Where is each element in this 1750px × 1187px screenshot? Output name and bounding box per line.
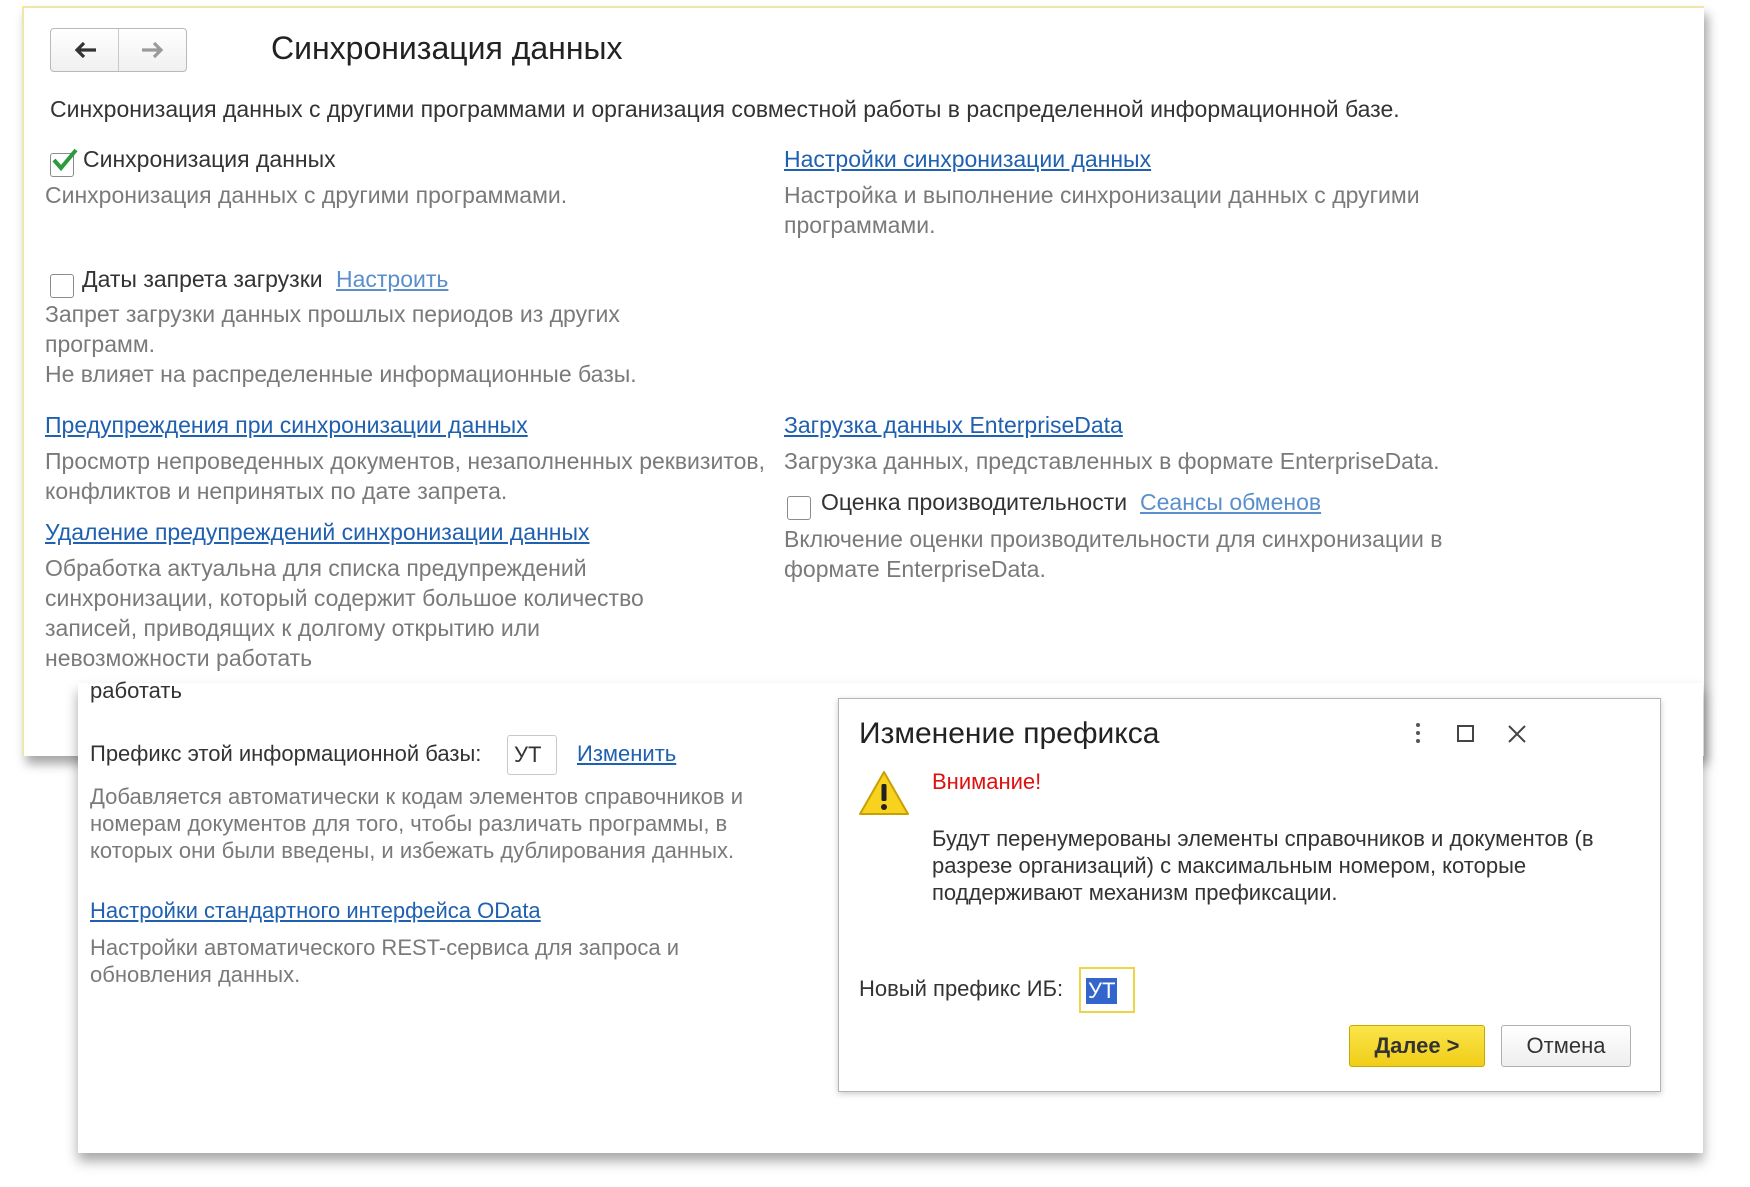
dialog-title: Изменение префикса (859, 717, 1160, 750)
forward-button[interactable] (119, 29, 186, 71)
change-prefix-link[interactable]: Изменить (577, 741, 676, 767)
odata-settings-link[interactable]: Настройки стандартного интерфейса OData (90, 898, 541, 924)
import-ban-checkbox[interactable] (50, 274, 74, 298)
prefix-label: Префикс этой информационной базы: (90, 741, 482, 766)
enterprise-data-link[interactable]: Загрузка данных EnterpriseData (784, 412, 1123, 439)
enterprise-data-description: Загрузка данных, представленных в формат… (784, 448, 1440, 474)
prefix-description: Добавляется автоматически к кодам элемен… (90, 784, 744, 863)
maximize-icon (1457, 725, 1474, 742)
close-icon (1508, 725, 1526, 743)
performance-checkbox[interactable] (787, 496, 811, 520)
import-ban-description: Запрет загрузки данных прошлых периодов … (45, 301, 620, 357)
warning-title: Внимание! (932, 769, 1042, 794)
odata-description: Настройки автоматического REST-сервиса д… (90, 935, 680, 987)
sync-description: Синхронизация данных с другими программа… (45, 182, 568, 208)
exchange-sessions-link[interactable]: Сеансы обменов (1140, 489, 1321, 516)
new-prefix-value: УТ (1086, 978, 1118, 1004)
nav-buttons (50, 28, 187, 72)
new-prefix-label: Новый префикс ИБ: (859, 976, 1064, 1001)
performance-description: Включение оценки производительности для … (784, 526, 1443, 582)
checkmark-icon (52, 148, 78, 172)
delete-warnings-description: Обработка актуальна для списка предупреж… (45, 555, 644, 671)
data-sync-form: Синхронизация данных Синхронизация данны… (22, 6, 1704, 756)
maximize-button[interactable] (1456, 723, 1476, 751)
dialog-message: Будут перенумерованы элементы справочник… (932, 826, 1594, 905)
arrow-right-icon (141, 41, 163, 59)
change-prefix-dialog: Изменение префикса Внимание! Будут перен… (838, 698, 1661, 1092)
overflow-text: работать (90, 678, 182, 703)
warning-triangle-icon (857, 769, 911, 822)
import-ban-note: Не влияет на распределенные информационн… (45, 361, 637, 387)
cancel-button[interactable]: Отмена (1501, 1025, 1631, 1067)
sync-settings-link[interactable]: Настройки синхронизации данных (784, 146, 1151, 173)
sync-warnings-link[interactable]: Предупреждения при синхронизации данных (45, 412, 528, 439)
page-title: Синхронизация данных (271, 30, 623, 66)
page-intro: Синхронизация данных с другими программа… (50, 96, 1400, 122)
sync-settings-description: Настройка и выполнение синхронизации дан… (784, 182, 1420, 238)
sync-label[interactable]: Синхронизация данных (83, 146, 336, 173)
more-vertical-icon (1416, 723, 1420, 743)
more-button[interactable] (1412, 721, 1424, 752)
close-button[interactable] (1507, 723, 1527, 751)
sync-warnings-description: Просмотр непроведенных документов, незап… (45, 448, 765, 504)
import-ban-label[interactable]: Даты запрета загрузки (82, 266, 323, 293)
next-button[interactable]: Далее > (1349, 1025, 1485, 1067)
prefix-field[interactable]: УТ (507, 735, 557, 775)
new-prefix-input[interactable]: УТ (1079, 967, 1135, 1013)
back-button[interactable] (51, 29, 119, 71)
arrow-left-icon (74, 41, 96, 59)
performance-label[interactable]: Оценка производительности (821, 489, 1127, 516)
delete-warnings-link[interactable]: Удаление предупреждений синхронизации да… (45, 519, 590, 546)
import-ban-setup-link[interactable]: Настроить (336, 266, 448, 293)
sync-checkbox[interactable] (50, 148, 78, 177)
